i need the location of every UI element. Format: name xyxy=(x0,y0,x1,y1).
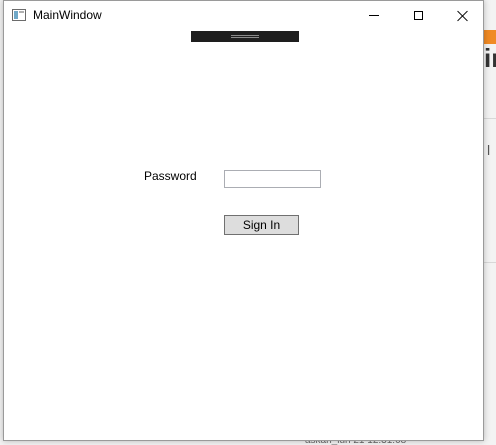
minimize-button[interactable] xyxy=(351,1,396,30)
minimize-icon xyxy=(368,15,379,16)
maximize-icon xyxy=(414,11,423,20)
title-bar[interactable]: MainWindow xyxy=(4,1,483,30)
maximize-button[interactable] xyxy=(396,1,441,30)
password-field[interactable] xyxy=(224,170,321,188)
close-icon xyxy=(457,10,469,22)
close-button[interactable] xyxy=(440,1,485,30)
background-text-fragment: l xyxy=(487,142,491,158)
app-window-icon[interactable] xyxy=(12,9,26,21)
main-window: MainWindow Password Sign In xyxy=(3,0,484,441)
background-heading-fragment: in xyxy=(484,43,496,73)
background-divider xyxy=(484,118,496,119)
window-title: MainWindow xyxy=(33,8,102,22)
background-divider xyxy=(484,262,496,263)
debug-toolbar[interactable] xyxy=(191,31,299,42)
drag-grip-icon[interactable] xyxy=(231,35,259,38)
sign-in-button[interactable]: Sign In xyxy=(224,215,299,235)
password-label: Password xyxy=(144,169,197,183)
